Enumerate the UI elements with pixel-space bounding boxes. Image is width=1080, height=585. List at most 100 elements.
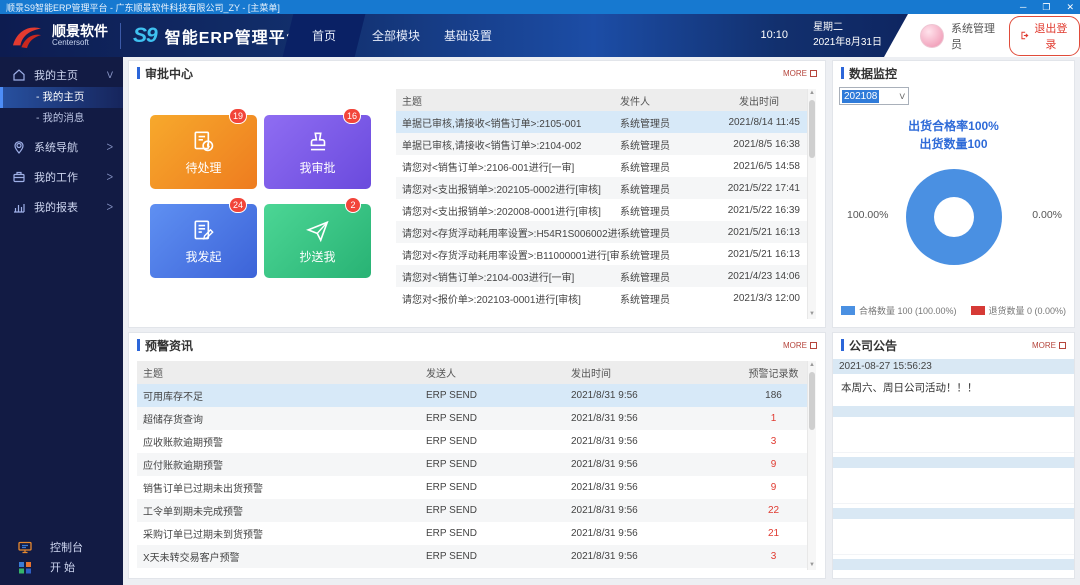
more-icon — [1059, 342, 1066, 349]
pass-rate-headline: 出货合格率100% — [833, 117, 1074, 134]
tile-cc-to-me[interactable]: 2 抄送我 — [264, 204, 371, 278]
approval-table-row[interactable]: 请您对<存货浮动耗用率设置>:H54R1S006002进行[审核] 系统管理员 … — [396, 221, 816, 243]
nav-tab-all-modules[interactable]: 全部模块 — [360, 14, 432, 57]
clock: 10:10 — [760, 29, 788, 41]
product-logo: S9 — [133, 24, 157, 48]
notice-panel-title: 公司公告 — [849, 337, 897, 354]
maximize-icon[interactable]: ❐ — [1042, 0, 1050, 14]
nav-tab-basic-settings[interactable]: 基础设置 — [432, 14, 504, 57]
approval-table-row[interactable]: 单据已审核,请接收<销售订单>:2104-002 系统管理员 2021/8/5 … — [396, 133, 816, 155]
period-selected-value: 202108 — [842, 90, 879, 103]
brand-area: 顺景软件 Centersoft S9 智能ERP管理平台 — [10, 14, 303, 57]
home-icon — [12, 68, 26, 82]
sidebar: 我的主页 ᐯ - 我的主页 - 我的消息 系统导航 ᐳ 我的工作 ᐳ 我 — [0, 57, 123, 585]
os-titlebar: 顺景S9智能ERP管理平台 - 广东顺景软件科技有限公司_ZY - [主菜单] … — [0, 0, 1080, 14]
approval-table-row[interactable]: 请您对<销售订单>:2106-001进行[一审] 系统管理员 2021/6/5 … — [396, 155, 816, 177]
more-icon — [810, 342, 817, 349]
legend-item-qualified: 合格数量 100 (100.00%) — [841, 304, 957, 317]
scrollbar-thumb[interactable] — [809, 372, 815, 430]
sidebar-item-my-home[interactable]: - 我的主页 — [0, 87, 123, 108]
approval-scrollbar[interactable]: ▲ ▼ — [807, 89, 816, 319]
legend-swatch-blue — [841, 306, 855, 315]
chevron-down-icon: ᐯ — [107, 70, 113, 81]
alert-table-row[interactable]: 采购订单已过期未到货预警 ERP SEND 2021/8/31 9:56 21 — [137, 522, 816, 545]
sidebar-item-my-messages[interactable]: - 我的消息 — [0, 108, 123, 129]
approval-table-row[interactable]: 请您对<支出报销单>:202105-0002进行[审核] 系统管理员 2021/… — [396, 177, 816, 199]
approval-more-button[interactable]: MORE — [783, 69, 817, 78]
panel-accent-bar — [841, 67, 844, 79]
notice-entry[interactable]: 2021-08-27 15:56:23 本周六、周日公司活动！！！ — [833, 359, 1074, 402]
my-approvals-count-badge: 16 — [343, 108, 361, 124]
sidebar-group-my-reports[interactable]: 我的报表 ᐳ — [0, 195, 123, 219]
sidebar-bottom: 控制台 开 始 — [0, 537, 123, 577]
chevron-right-icon: ᐳ — [106, 172, 113, 183]
sidebar-group-system-nav[interactable]: 系统导航 ᐳ — [0, 135, 123, 159]
alert-table-row[interactable]: 超储存货查询 ERP SEND 2021/8/31 9:56 1 — [137, 407, 816, 430]
notice-more-button[interactable]: MORE — [1032, 341, 1066, 350]
data-monitor-panel: 数据监控 202108 ᐯ 出货合格率100% 出货数量100 100.00% … — [832, 60, 1075, 328]
brand-text: 顺景软件 Centersoft — [52, 24, 108, 47]
minimize-icon[interactable]: ─ — [1020, 0, 1026, 14]
alert-table-row[interactable]: 可用库存不足 ERP SEND 2021/8/31 9:56 186 — [137, 384, 816, 407]
close-icon[interactable]: ✕ — [1066, 0, 1074, 14]
scrollbar-thumb[interactable] — [809, 100, 815, 158]
alerts-panel-header: 预警资讯 MORE — [129, 333, 825, 357]
tile-my-approvals[interactable]: 16 我审批 — [264, 115, 371, 189]
product-name: 智能ERP管理平台 — [165, 24, 303, 48]
scroll-down-icon[interactable]: ▼ — [808, 310, 816, 319]
scroll-down-icon[interactable]: ▼ — [808, 561, 816, 570]
notice-empty-slot — [833, 406, 1074, 453]
header-user-area: 系统管理员 退出登录 — [884, 14, 1080, 57]
approval-table-row[interactable]: 请您对<报价单>:202103-0001进行[审核] 系统管理员 2021/3/… — [396, 287, 816, 309]
notice-list: 2021-08-27 15:56:23 本周六、周日公司活动！！！ — [833, 359, 1074, 578]
approval-panel-header: 审批中心 MORE — [129, 61, 825, 85]
alerts-table-header: 主题 发送人 发出时间 预警记录数 — [137, 361, 816, 384]
alerts-scrollbar[interactable]: ▲ ▼ — [807, 361, 816, 570]
alert-table-row[interactable]: 应收账款逾期预警 ERP SEND 2021/8/31 9:56 3 — [137, 430, 816, 453]
logout-button[interactable]: 退出登录 — [1009, 16, 1080, 56]
alerts-more-button[interactable]: MORE — [783, 341, 817, 350]
alert-table-row[interactable]: 应付账款逾期预警 ERP SEND 2021/8/31 9:56 9 — [137, 453, 816, 476]
sidebar-group-my-home[interactable]: 我的主页 ᐯ — [0, 63, 123, 87]
initiated-count-badge: 24 — [229, 197, 247, 213]
scroll-up-icon[interactable]: ▲ — [808, 89, 816, 98]
logout-icon — [1020, 30, 1029, 41]
start-button[interactable]: 开 始 — [0, 557, 123, 577]
shipment-qty-headline: 出货数量100 — [833, 135, 1074, 152]
user-name: 系统管理员 — [951, 20, 997, 52]
dropdown-arrow-icon: ᐯ — [900, 92, 905, 101]
main-nav: 首页 全部模块 基础设置 — [288, 14, 504, 57]
alert-table-row[interactable]: 销售订单已过期未出货预警 ERP SEND 2021/8/31 9:56 9 — [137, 476, 816, 499]
tile-initiated-by-me[interactable]: 24 我发起 — [150, 204, 257, 278]
alert-table-row[interactable]: X天未转交易客户预警 ERP SEND 2021/8/31 9:56 3 — [137, 545, 816, 568]
notice-timestamp: 2021-08-27 15:56:23 — [833, 359, 1074, 374]
panel-accent-bar — [841, 339, 844, 351]
briefcase-icon — [12, 170, 26, 184]
console-button[interactable]: 控制台 — [0, 537, 123, 557]
approval-table-row[interactable]: 请您对<支出报销单>:202008-0001进行[审核] 系统管理员 2021/… — [396, 199, 816, 221]
notice-empty-slot — [833, 457, 1074, 504]
weekday: 星期二 — [813, 20, 882, 35]
chevron-right-icon: ᐳ — [106, 142, 113, 153]
nav-tab-home[interactable]: 首页 — [283, 14, 366, 57]
approval-table-row[interactable]: 请您对<存货浮动耗用率设置>:B11000001进行[审核] 系统管理员 202… — [396, 243, 816, 265]
brand-name: 顺景软件 — [52, 24, 108, 38]
alerts-panel-title: 预警资讯 — [145, 337, 193, 354]
alert-table-row[interactable]: 工令单到期未完成预警 ERP SEND 2021/8/31 9:56 22 — [137, 499, 816, 522]
approval-tiles: 19 待处理 16 我审批 — [150, 115, 371, 278]
pending-tasks-icon — [191, 129, 217, 155]
main-content: 审批中心 MORE 19 待处理 — [123, 57, 1080, 585]
pass-rate-donut-chart — [906, 169, 1002, 265]
notice-empty-slot — [833, 559, 1074, 578]
approval-table-row[interactable]: 单据已审核,请接收<销售订单>:2105-001 系统管理员 2021/8/14… — [396, 111, 816, 133]
period-select[interactable]: 202108 ᐯ — [839, 87, 909, 105]
scroll-up-icon[interactable]: ▲ — [808, 361, 816, 370]
tile-pending[interactable]: 19 待处理 — [150, 115, 257, 189]
user-avatar[interactable] — [920, 24, 944, 48]
approval-table-row[interactable]: 请您对<销售订单>:2104-003进行[一审] 系统管理员 2021/4/23… — [396, 265, 816, 287]
company-logo-icon — [10, 22, 44, 50]
console-icon — [18, 541, 32, 554]
sidebar-group-my-work[interactable]: 我的工作 ᐳ — [0, 165, 123, 189]
approval-center-panel: 审批中心 MORE 19 待处理 — [128, 60, 826, 328]
notice-content: 本周六、周日公司活动！！！ — [833, 374, 1074, 402]
